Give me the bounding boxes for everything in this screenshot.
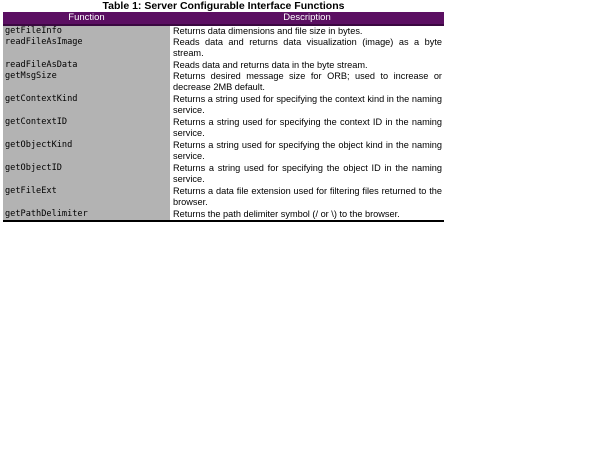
header-row: Function Description <box>3 12 444 26</box>
function-name-cell: getContextKind <box>3 94 170 117</box>
function-name-cell: getFileExt <box>3 186 170 209</box>
function-name-cell: getFileInfo <box>3 25 170 37</box>
description-cell: Returns a string used for specifying the… <box>173 117 442 138</box>
table-row: readFileAsData Reads data and returns da… <box>3 60 444 71</box>
description-cell: Reads data and returns data visualizatio… <box>173 37 442 58</box>
function-name-cell: readFileAsData <box>3 60 170 71</box>
column-header-function: Function <box>3 12 170 26</box>
function-name-cell: getPathDelimiter <box>3 209 170 221</box>
function-name-cell: getMsgSize <box>3 71 170 94</box>
table-row: getContextID Returns a string used for s… <box>3 117 444 140</box>
table-caption: Table 1: Server Configurable Interface F… <box>102 0 345 12</box>
server-functions-table: Function Description getFileInfo Returns… <box>3 12 444 222</box>
table-row: getFileExt Returns a data file extension… <box>3 186 444 209</box>
description-cell: Returns a data file extension used for f… <box>173 186 442 207</box>
table-row: getObjectKind Returns a string used for … <box>3 140 444 163</box>
description-cell: Returns data dimensions and file size in… <box>173 26 363 36</box>
table-row: getMsgSize Returns desired message size … <box>3 71 444 94</box>
description-cell: Returns the path delimiter symbol (/ or … <box>173 209 400 219</box>
table-row: getPathDelimiter Returns the path delimi… <box>3 209 444 221</box>
function-name-cell: getContextID <box>3 117 170 140</box>
table-row: getFileInfo Returns data dimensions and … <box>3 25 444 37</box>
description-cell: Returns a string used for specifying the… <box>173 140 442 161</box>
table-header: Function Description <box>3 12 444 26</box>
table-row: readFileAsImage Reads data and returns d… <box>3 37 444 60</box>
description-cell: Reads data and returns data in the byte … <box>173 60 368 70</box>
table-body: getFileInfo Returns data dimensions and … <box>3 25 444 221</box>
table-row: getContextKind Returns a string used for… <box>3 94 444 117</box>
function-name-cell: getObjectKind <box>3 140 170 163</box>
description-cell: Returns a string used for specifying the… <box>173 94 442 115</box>
description-cell: Returns desired message size for ORB; us… <box>173 71 442 92</box>
column-header-description: Description <box>170 12 444 26</box>
description-cell: Returns a string used for specifying the… <box>173 163 442 184</box>
function-name-cell: getObjectID <box>3 163 170 186</box>
function-name-cell: readFileAsImage <box>3 37 170 60</box>
functions-table-container: Table 1: Server Configurable Interface F… <box>3 0 444 222</box>
table-row: getObjectID Returns a string used for sp… <box>3 163 444 186</box>
